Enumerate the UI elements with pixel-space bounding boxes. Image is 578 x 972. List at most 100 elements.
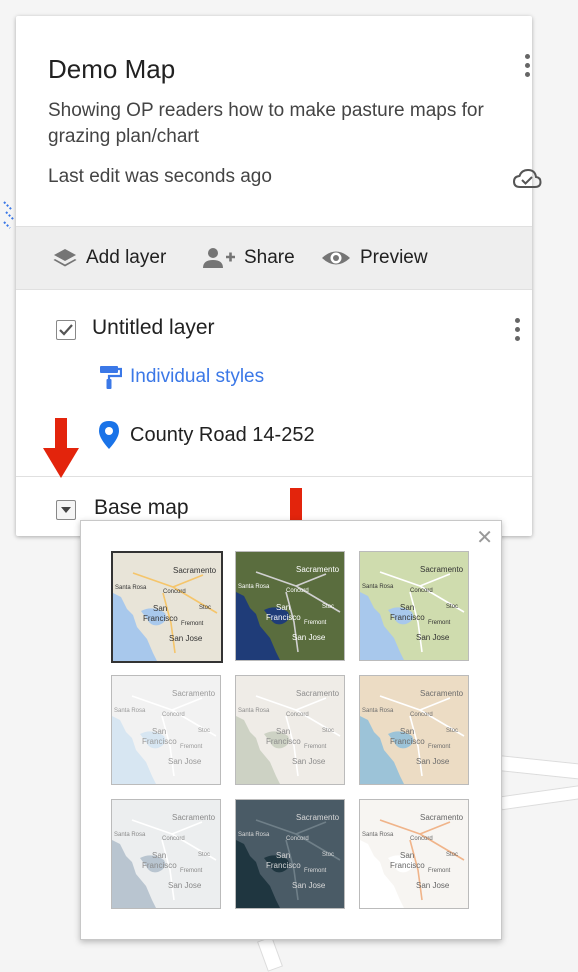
- map-title[interactable]: Demo Map: [48, 54, 175, 85]
- svg-text:Concord: Concord: [162, 836, 185, 842]
- basemap-tile-map[interactable]: Sacramento Santa Rosa Concord San Francisco S…: [111, 551, 223, 663]
- svg-text:Santa Rosa: Santa Rosa: [362, 832, 394, 838]
- svg-text:San: San: [153, 604, 167, 613]
- basemap-label[interactable]: Base map: [94, 496, 189, 520]
- close-icon[interactable]: ✕: [476, 525, 493, 550]
- svg-text:Sacramento: Sacramento: [296, 689, 340, 698]
- svg-text:San: San: [400, 603, 414, 612]
- svg-text:Francisco: Francisco: [390, 861, 425, 870]
- basemap-tile-whitewater[interactable]: Sacramento Santa Rosa Concord San Francisco S…: [359, 799, 469, 909]
- basemap-tile-terrain[interactable]: Sacramento Santa Rosa Concord San Francisco S…: [359, 551, 469, 661]
- svg-text:San Jose: San Jose: [416, 633, 450, 642]
- eye-icon: [322, 251, 350, 265]
- preview-button[interactable]: Preview: [320, 227, 428, 289]
- individual-styles-link[interactable]: Individual styles: [98, 364, 264, 390]
- svg-text:Sacramento: Sacramento: [172, 689, 216, 698]
- svg-text:San: San: [152, 851, 166, 860]
- add-layer-label: Add layer: [86, 247, 167, 268]
- svg-text:Santa Rosa: Santa Rosa: [238, 708, 270, 714]
- paint-roller-icon: [100, 366, 122, 389]
- svg-text:Fremont: Fremont: [428, 868, 451, 874]
- map-marker-fragment: [3, 201, 15, 229]
- map-road: [499, 783, 578, 811]
- map-road: [499, 755, 578, 781]
- layer-visibility-checkbox[interactable]: [56, 320, 76, 340]
- basemap-tile-light-landmass[interactable]: Sacramento Santa Rosa Concord San Francisco S…: [111, 799, 221, 909]
- place-item[interactable]: County Road 14-252: [98, 420, 315, 450]
- svg-text:San: San: [276, 727, 290, 736]
- svg-text:Stoc: Stoc: [322, 728, 334, 734]
- map-description[interactable]: Showing OP readers how to make pasture m…: [48, 98, 518, 150]
- place-name: County Road 14-252: [130, 423, 315, 446]
- svg-text:Sacramento: Sacramento: [296, 565, 340, 574]
- svg-text:Sacramento: Sacramento: [172, 813, 216, 822]
- basemap-tile-light-political[interactable]: Sacramento Santa Rosa Concord San Francisco S…: [111, 675, 221, 785]
- svg-text:Stoc: Stoc: [446, 604, 458, 610]
- svg-text:San: San: [276, 851, 290, 860]
- add-layer-button[interactable]: Add layer: [52, 227, 166, 289]
- svg-text:San: San: [152, 727, 166, 736]
- svg-text:Santa Rosa: Santa Rosa: [362, 708, 394, 714]
- svg-text:Stoc: Stoc: [198, 852, 210, 858]
- place-pin-icon: [99, 421, 119, 449]
- svg-text:San Jose: San Jose: [416, 881, 450, 890]
- svg-text:Concord: Concord: [286, 588, 309, 594]
- share-button[interactable]: Share: [200, 227, 295, 289]
- svg-text:Stoc: Stoc: [199, 605, 211, 611]
- more-vert-icon[interactable]: [514, 318, 522, 346]
- svg-text:Stoc: Stoc: [198, 728, 210, 734]
- divider: [16, 476, 532, 477]
- cloud-done-icon: [512, 168, 542, 188]
- svg-text:Sacramento: Sacramento: [420, 813, 464, 822]
- svg-text:Sacramento: Sacramento: [420, 689, 464, 698]
- svg-text:Francisco: Francisco: [390, 613, 425, 622]
- svg-text:Sacramento: Sacramento: [296, 813, 340, 822]
- basemap-tile-satellite[interactable]: Sacramento Santa Rosa Concord San Francisco S…: [235, 551, 345, 661]
- person-add-icon: [203, 248, 235, 268]
- svg-text:Fremont: Fremont: [181, 621, 204, 627]
- svg-text:San Jose: San Jose: [292, 757, 326, 766]
- svg-text:Francisco: Francisco: [266, 613, 301, 622]
- svg-text:Francisco: Francisco: [142, 737, 177, 746]
- svg-text:San Jose: San Jose: [168, 881, 202, 890]
- svg-text:Fremont: Fremont: [304, 868, 327, 874]
- layers-icon: [53, 249, 77, 267]
- svg-text:Stoc: Stoc: [446, 728, 458, 734]
- svg-text:San Jose: San Jose: [416, 757, 450, 766]
- svg-text:San Jose: San Jose: [292, 881, 326, 890]
- svg-text:Santa Rosa: Santa Rosa: [238, 584, 270, 590]
- svg-text:Fremont: Fremont: [180, 744, 203, 750]
- svg-text:Stoc: Stoc: [446, 852, 458, 858]
- svg-text:San Jose: San Jose: [169, 634, 203, 643]
- svg-text:Francisco: Francisco: [143, 614, 178, 623]
- share-label: Share: [244, 247, 295, 268]
- basemap-tile-mono-city[interactable]: Sacramento Santa Rosa Concord San Francisco S…: [235, 675, 345, 785]
- svg-text:San: San: [276, 603, 290, 612]
- basemap-tile-dark-landmass[interactable]: Sacramento Santa Rosa Concord San Francisco S…: [235, 799, 345, 909]
- svg-text:Sacramento: Sacramento: [420, 565, 464, 574]
- svg-text:Concord: Concord: [162, 712, 185, 718]
- svg-text:Fremont: Fremont: [304, 744, 327, 750]
- svg-text:Fremont: Fremont: [304, 620, 327, 626]
- basemap-toggle[interactable]: [56, 500, 76, 520]
- basemap-tile-simple-atlas[interactable]: Sacramento Santa Rosa Concord San Francisco S…: [359, 675, 469, 785]
- svg-text:Fremont: Fremont: [180, 868, 203, 874]
- last-edit-status: Last edit was seconds ago: [48, 166, 272, 187]
- svg-text:Concord: Concord: [286, 836, 309, 842]
- svg-text:Francisco: Francisco: [266, 861, 301, 870]
- more-vert-icon[interactable]: [524, 54, 532, 82]
- map-legend-panel: Demo Map Showing OP readers how to make …: [16, 16, 542, 536]
- svg-text:San Jose: San Jose: [168, 757, 202, 766]
- layer-name[interactable]: Untitled layer: [92, 316, 215, 340]
- svg-text:Fremont: Fremont: [428, 620, 451, 626]
- svg-text:Francisco: Francisco: [142, 861, 177, 870]
- svg-text:Concord: Concord: [286, 712, 309, 718]
- map-toolbar: Add layer Share Preview: [16, 226, 532, 290]
- svg-text:San: San: [400, 727, 414, 736]
- svg-text:Francisco: Francisco: [390, 737, 425, 746]
- svg-text:San Jose: San Jose: [292, 633, 326, 642]
- svg-text:Fremont: Fremont: [428, 744, 451, 750]
- svg-text:Concord: Concord: [410, 588, 433, 594]
- svg-text:Stoc: Stoc: [322, 852, 334, 858]
- checkmark-icon: [59, 324, 73, 336]
